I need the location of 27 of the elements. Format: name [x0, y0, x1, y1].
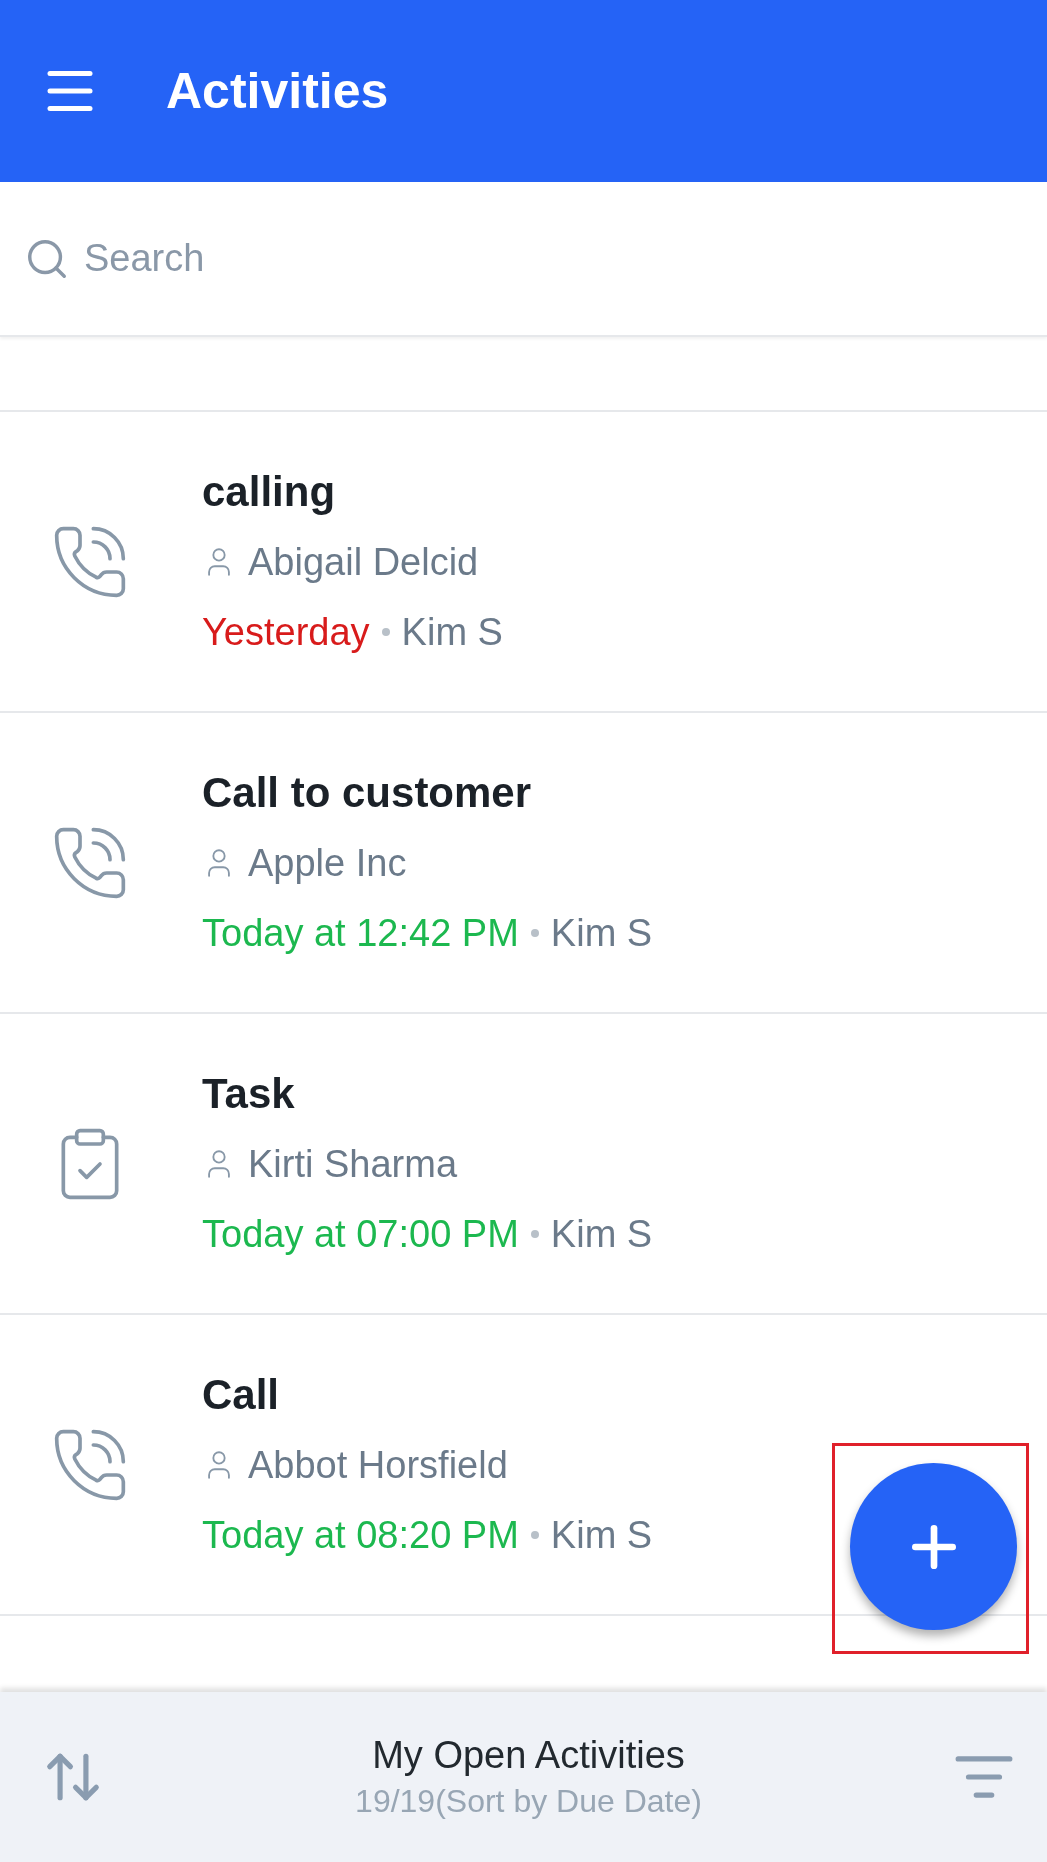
separator-dot: [530, 1530, 539, 1539]
search-field[interactable]: Search: [84, 231, 1023, 286]
due-date: Today at 12:42 PM: [202, 910, 519, 956]
contact-name: Abigail Delcid: [248, 539, 479, 585]
activity-title: Task: [202, 1068, 296, 1119]
activity-title: calling: [202, 466, 337, 517]
separator-dot: [381, 627, 390, 636]
due-date: Today at 08:20 PM: [202, 1512, 519, 1558]
activity-row[interactable]: calling Abigail Delcid Yesterday Kim S: [0, 412, 1047, 713]
activity-row[interactable]: Task Kirti Sharma Today at 07:00 PM Kim S: [0, 1014, 1047, 1315]
separator-dot: [530, 1229, 539, 1238]
contact-name: Kirti Sharma: [248, 1141, 458, 1187]
page-title: Activities: [166, 62, 389, 120]
list-title: My Open Activities: [372, 1734, 685, 1777]
owner-name: Kim S: [550, 1512, 653, 1558]
separator-dot: [530, 928, 539, 937]
owner-name: Kim S: [401, 609, 503, 655]
activity-row[interactable]: Call to customer Apple Inc Today at 12:42 PM Kim S: [0, 713, 1047, 1014]
list-subtitle: 19/19(Sort by Due Date): [355, 1783, 702, 1820]
due-date: Yesterday: [202, 609, 370, 655]
activity-title: Call to customer: [202, 767, 533, 818]
owner-name: Kim S: [550, 910, 653, 956]
activity-title: Call: [202, 1369, 281, 1420]
contact-name: Abbot Horsfield: [248, 1442, 508, 1488]
contact-name: Apple Inc: [248, 840, 407, 886]
owner-name: Kim S: [550, 1211, 653, 1257]
due-date: Today at 07:00 PM: [202, 1211, 519, 1257]
